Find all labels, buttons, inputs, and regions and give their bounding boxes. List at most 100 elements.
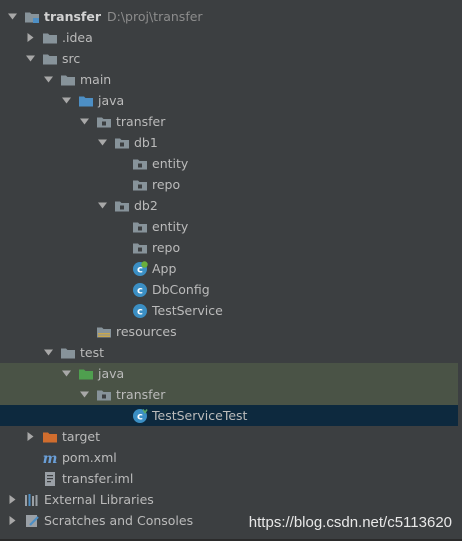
tree-node-label: External Libraries [44,489,154,510]
package-icon [132,156,148,172]
node-name: transfer.iml [62,471,134,486]
chevron-right-icon[interactable] [24,426,36,447]
tree-node-dbconfig[interactable]: c DbConfig [0,279,462,300]
node-name: db2 [134,198,158,213]
tree-node-label: entity [152,153,188,174]
tree-node-java[interactable]: java [0,363,458,384]
chevron-right-icon[interactable] [6,489,18,510]
tree-node-label: src [62,48,80,69]
chevron-down-icon[interactable] [78,111,90,132]
chevron-down-icon[interactable] [42,342,54,363]
node-name: target [62,429,101,444]
tree-node-label: java [98,90,124,111]
tree-node-label: pom.xml [62,447,117,468]
chevron-down-icon[interactable] [60,90,72,111]
resources-folder-icon [96,324,112,340]
folder-icon [42,30,58,46]
package-icon [132,177,148,193]
chevron-down-icon[interactable] [96,195,108,216]
node-name: entity [152,219,189,234]
project-tree: transfer D:\proj\transfer .idea src main … [0,6,462,531]
chevron-right-icon[interactable] [6,510,18,531]
node-name: transfer [116,114,166,129]
tree-node-db2[interactable]: db2 [0,195,462,216]
node-name: transfer [116,387,166,402]
node-name: test [80,345,105,360]
tree-node-label: TestServiceTest [152,405,247,426]
chevron-down-icon[interactable] [96,132,108,153]
module-folder-icon [24,9,40,25]
tree-node-resources[interactable]: resources [0,321,462,342]
tree-node-transfer[interactable]: transfer D:\proj\transfer [0,6,462,27]
tree-node-label: target [62,426,100,447]
package-icon [114,135,130,151]
tree-node-app[interactable]: c App [0,258,462,279]
tree-node-label: db2 [134,195,158,216]
tree-node-transfer[interactable]: transfer [0,111,462,132]
chevron-down-icon[interactable] [24,48,36,69]
tree-node-label: repo [152,237,180,258]
tree-node-label: transfer.iml [62,468,133,489]
tree-node-label: App [152,258,176,279]
tree-node-repo[interactable]: repo [0,237,462,258]
tree-node-label: transfer [116,111,165,132]
svg-text:c: c [137,286,143,297]
tree-node-transfer[interactable]: transfer [0,384,458,405]
excluded-folder-icon [42,429,58,445]
test-class-icon: c [132,408,148,424]
chevron-down-icon[interactable] [60,363,72,384]
tree-node-label: test [80,342,104,363]
package-icon [132,240,148,256]
node-name: External Libraries [44,492,154,507]
tree-node-test[interactable]: test [0,342,462,363]
tree-node-entity[interactable]: entity [0,216,462,237]
node-name: Scratches and Consoles [44,513,194,528]
node-name: resources [116,324,177,339]
folder-icon [60,72,76,88]
tree-node-label: transfer [116,384,165,405]
tree-node-transfer-iml[interactable]: transfer.iml [0,468,462,489]
chevron-down-icon[interactable] [78,384,90,405]
folder-icon [60,345,76,361]
node-name: java [98,366,125,381]
node-name: src [62,51,81,66]
node-name: main [80,72,112,87]
tree-node-src[interactable]: src [0,48,462,69]
tree-node-testservicetest[interactable]: c TestServiceTest [0,405,458,426]
watermark-text: https://blog.csdn.net/c5113620 [248,514,452,531]
chevron-down-icon[interactable] [42,69,54,90]
tree-node-testservice[interactable]: c TestService [0,300,462,321]
module-path: D:\proj\transfer [107,9,203,24]
scratches-icon [24,513,40,529]
tree-node-label: db1 [134,132,158,153]
tree-node-db1[interactable]: db1 [0,132,462,153]
tree-node-label: repo [152,174,180,195]
node-name: .idea [62,30,93,45]
spring-class-icon: c [132,261,148,277]
node-name: TestService [152,303,223,318]
tree-node-label: entity [152,216,188,237]
tree-node-java[interactable]: java [0,90,462,111]
package-icon [114,198,130,214]
chevron-right-icon[interactable] [24,27,36,48]
tree-node-label: transfer D:\proj\transfer [44,6,203,27]
tree-node-idea[interactable]: .idea [0,27,462,48]
node-name: App [152,261,177,276]
folder-icon [42,51,58,67]
tree-node-pom-xml[interactable]: m pom.xml [0,447,462,468]
node-name: transfer [44,9,101,24]
tree-node-main[interactable]: main [0,69,462,90]
node-name: DbConfig [152,282,210,297]
libraries-icon [24,492,40,508]
tree-node-label: DbConfig [152,279,210,300]
tree-node-target[interactable]: target [0,426,462,447]
tree-node-entity[interactable]: entity [0,153,462,174]
tree-node-repo[interactable]: repo [0,174,462,195]
chevron-down-icon[interactable] [6,6,18,27]
node-name: repo [152,240,181,255]
node-name: db1 [134,135,158,150]
tree-node-external-libraries[interactable]: External Libraries [0,489,462,510]
package-icon [96,114,112,130]
tree-node-label: .idea [62,27,93,48]
svg-text:c: c [137,412,143,423]
